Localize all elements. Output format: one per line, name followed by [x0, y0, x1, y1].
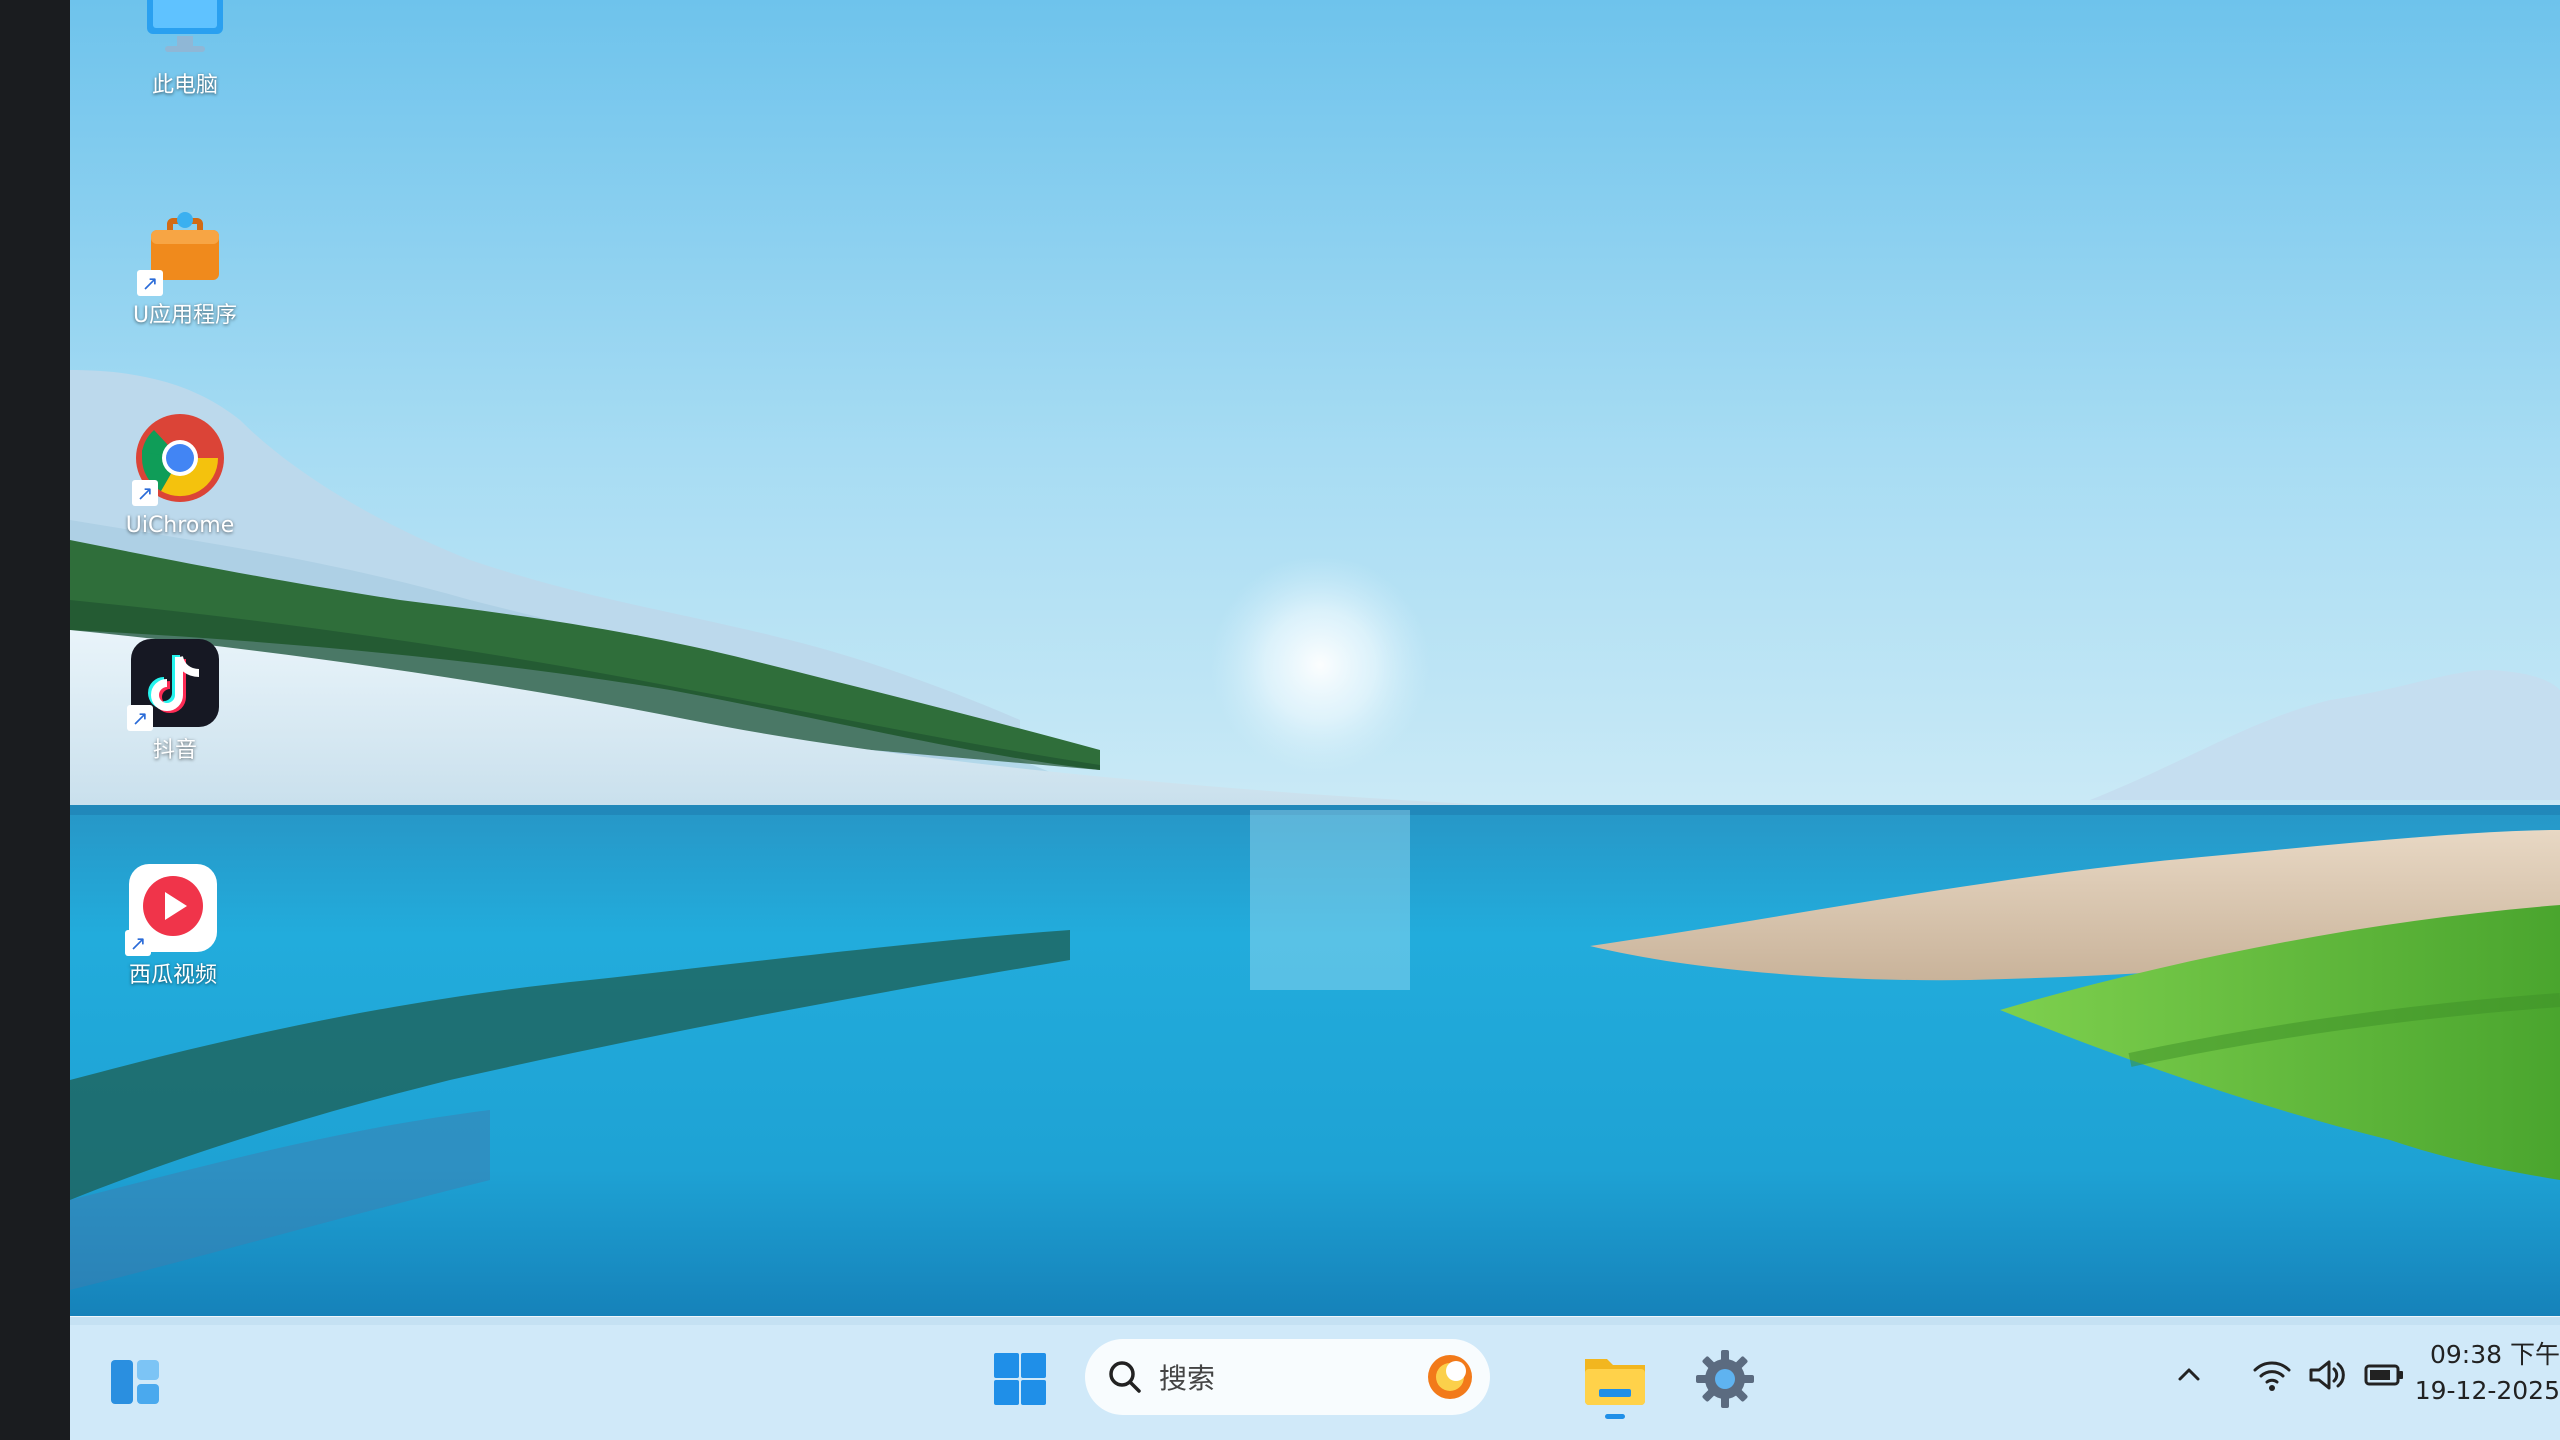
desktop-icon-label: UiChrome [125, 513, 235, 538]
desktop-icon-label: 此电脑 [151, 73, 218, 98]
search-placeholder: 搜索 [1159, 1362, 1216, 1395]
widgets-icon [111, 1360, 159, 1404]
desktop-icon-uni-apps[interactable]: ↗ U应用程序 [100, 200, 270, 330]
desktop-icon-label: 抖音 [152, 738, 197, 763]
briefcase-icon: ↗ [137, 200, 233, 296]
douyin-icon: ↗ [127, 635, 223, 731]
shortcut-arrow-icon: ↗ [127, 705, 153, 731]
search-icon [1109, 1361, 1141, 1393]
taskbar-clock[interactable]: 09:38 下午 19-12-2025 [2370, 1337, 2560, 1409]
xigua-video-icon: ↗ [125, 860, 221, 956]
taskbar: 搜索 09:38 下午 19-12-2025 [70, 1316, 2560, 1440]
file-explorer-icon [1585, 1359, 1645, 1405]
copilot-icon [1428, 1355, 1472, 1399]
windows-start-icon [994, 1353, 1046, 1405]
file-explorer-button[interactable] [1575, 1337, 1655, 1421]
desktop-icon-xigua[interactable]: ↗ 西瓜视频 [88, 860, 258, 990]
wifi-icon [2253, 1361, 2291, 1391]
active-app-indicator [1605, 1414, 1625, 1419]
chrome-icon: ↗ [132, 410, 228, 506]
desktop-icon-label: 西瓜视频 [128, 963, 217, 988]
desktop-icon-this-pc[interactable]: 此电脑 [100, 0, 270, 100]
shortcut-arrow-icon: ↗ [125, 930, 151, 956]
chevron-up-icon [2178, 1368, 2200, 1381]
settings-gear-icon [1696, 1350, 1754, 1408]
widgets-button[interactable] [100, 1347, 170, 1417]
desktop-screen: 此电脑 ↗ U应用程序 ↗ UiChrome ↗ 抖音 ↗ 西瓜视频 搜索 09… [70, 0, 2560, 1440]
taskbar-search-box[interactable]: 搜索 [1085, 1339, 1490, 1415]
desktop-icon-uichrome[interactable]: ↗ UiChrome [95, 410, 265, 540]
monitor-icon [137, 0, 233, 66]
shortcut-arrow-icon: ↗ [132, 480, 158, 506]
show-hidden-icons-button[interactable] [2165, 1351, 2213, 1399]
device-bezel: 此电脑 ↗ U应用程序 ↗ UiChrome ↗ 抖音 ↗ 西瓜视频 搜索 09… [0, 0, 2560, 1440]
start-button[interactable] [980, 1339, 1060, 1419]
desktop-icon-douyin[interactable]: ↗ 抖音 [90, 635, 260, 765]
settings-button[interactable] [1685, 1339, 1765, 1419]
wallpaper [70, 0, 2560, 1325]
volume-button[interactable] [2302, 1351, 2350, 1399]
volume-icon [2309, 1360, 2345, 1390]
wifi-button[interactable] [2248, 1351, 2296, 1399]
desktop-icon-label: U应用程序 [132, 303, 238, 328]
clock-time: 09:38 下午 [2430, 1340, 2560, 1369]
clock-date: 19-12-2025 [2414, 1376, 2560, 1405]
shortcut-arrow-icon: ↗ [137, 270, 163, 296]
